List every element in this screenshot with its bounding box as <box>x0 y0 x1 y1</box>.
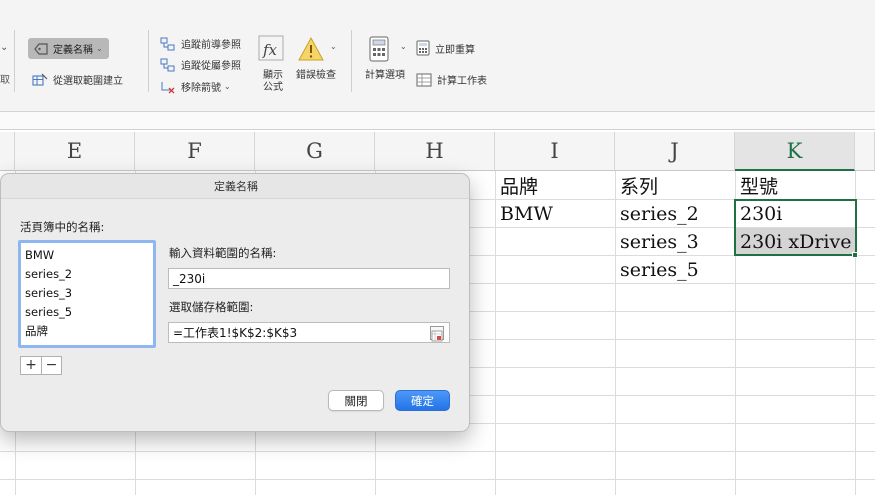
chevron-down-icon: ⌄ <box>330 42 337 51</box>
column-header-e[interactable]: E <box>15 132 135 171</box>
ref-range-input[interactable]: =工作表1!$K$2:$K$3 <box>168 322 450 343</box>
gridline <box>0 451 875 452</box>
names-list[interactable]: BMW series_2 series_3 series_5 品牌 <box>18 240 156 348</box>
remove-arrows-button[interactable]: 移除箭號 ⌄ <box>160 79 231 94</box>
dialog-title: 定義名稱 <box>1 174 469 199</box>
column-header-i[interactable]: I <box>495 132 615 171</box>
trace-precedents-label: 追蹤前導參照 <box>181 40 241 51</box>
add-remove-buttons: + − <box>20 356 62 375</box>
cell-j1[interactable]: 系列 <box>616 171 735 199</box>
list-item[interactable]: series_3 <box>25 284 149 303</box>
ok-button[interactable]: 確定 <box>395 390 450 411</box>
chevron-down-icon: ⌄ <box>96 44 103 53</box>
remove-name-button[interactable]: − <box>41 357 61 374</box>
gridline <box>0 479 875 480</box>
chevron-down-icon: ⌄ <box>400 42 407 51</box>
add-name-button[interactable]: + <box>21 357 41 374</box>
trace-dependents-icon <box>160 58 175 71</box>
tag-icon <box>34 42 48 55</box>
selection-range-border <box>734 199 857 256</box>
cell-j2[interactable]: series_2 <box>616 200 735 228</box>
create-from-selection-button[interactable]: 從選取範圍建立 <box>32 72 123 87</box>
calc-sheet-label: 計算工作表 <box>437 76 487 87</box>
formula-bar-strip <box>0 112 875 130</box>
cell-j3[interactable]: series_3 <box>616 228 735 256</box>
column-header-next[interactable] <box>855 132 875 171</box>
column-header-k[interactable]: K <box>735 132 855 171</box>
ribbon: ⌄ 取 定義名稱 ⌄ 從選取範圍建立 追蹤前導參照 追蹤從屬參照 移除箭號 ⌄ … <box>0 0 875 112</box>
column-header-h[interactable]: H <box>375 132 495 171</box>
calc-sheet-button[interactable]: 計算工作表 <box>416 72 487 87</box>
create-from-selection-icon <box>32 73 48 86</box>
create-from-selection-label: 從選取範圍建立 <box>53 76 123 87</box>
range-picker-icon[interactable] <box>430 326 444 342</box>
cell-j4[interactable]: series_5 <box>616 256 735 284</box>
ribbon-separator <box>351 30 352 92</box>
calculator-icon <box>369 36 389 62</box>
calculator-small-icon <box>416 40 430 56</box>
define-name-button[interactable]: 定義名稱 ⌄ <box>28 38 109 59</box>
calc-options-label: 計算選項 <box>365 70 405 81</box>
cell-k1[interactable]: 型號 <box>736 171 855 199</box>
remove-arrows-label: 移除箭號 <box>181 83 221 94</box>
column-header-stub[interactable] <box>0 132 15 171</box>
ribbon-separator <box>14 30 15 92</box>
list-item[interactable]: series_2 <box>25 265 149 284</box>
names-list-label: 活頁簿中的名稱: <box>20 220 105 234</box>
show-formulas-label: 顯示 公式 <box>258 70 288 94</box>
chevron-down-icon: ⌄ <box>224 82 231 91</box>
fill-handle[interactable] <box>852 252 858 258</box>
calc-now-button[interactable]: 立即重算 <box>416 40 475 56</box>
ref-input-label: 選取儲存格範圍: <box>169 300 254 314</box>
svg-text:fx: fx <box>262 41 278 59</box>
define-name-dialog: 定義名稱 活頁簿中的名稱: BMW series_2 series_3 seri… <box>0 173 470 432</box>
calc-now-label: 立即重算 <box>435 44 475 56</box>
list-item[interactable]: BMW <box>25 246 149 265</box>
close-button[interactable]: 關閉 <box>328 390 384 411</box>
trace-dependents-button[interactable]: 追蹤從屬參照 <box>160 57 241 72</box>
define-name-label: 定義名稱 <box>53 45 93 56</box>
range-select-icon <box>431 330 443 342</box>
ribbon-edge-label: 取 <box>0 75 10 86</box>
ribbon-separator <box>148 30 149 92</box>
error-checking-label: 錯誤檢查 <box>296 70 336 81</box>
show-formulas-line1: 顯示 <box>263 70 283 81</box>
name-input-label: 輸入資料範圍的名稱: <box>169 246 277 260</box>
trace-dependents-label: 追蹤從屬參照 <box>181 61 241 72</box>
cell-i1[interactable]: 品牌 <box>496 171 615 199</box>
list-item[interactable]: series_5 <box>25 303 149 322</box>
trace-precedents-button[interactable]: 追蹤前導參照 <box>160 36 241 51</box>
show-formulas-line2: 公式 <box>263 82 283 93</box>
list-item[interactable]: 品牌 <box>25 322 149 341</box>
column-header-j[interactable]: J <box>615 132 735 171</box>
warning-icon <box>298 36 324 61</box>
cell-i2[interactable]: BMW <box>496 200 615 228</box>
remove-arrows-icon <box>161 81 175 93</box>
column-header-f[interactable]: F <box>135 132 255 171</box>
name-input[interactable]: _230i <box>168 268 450 289</box>
calc-sheet-icon <box>416 73 432 86</box>
trace-precedents-icon <box>160 37 175 50</box>
column-header-g[interactable]: G <box>255 132 375 171</box>
function-fx-icon: fx <box>258 35 284 61</box>
ribbon-edge-icon: ⌄ <box>0 42 9 53</box>
